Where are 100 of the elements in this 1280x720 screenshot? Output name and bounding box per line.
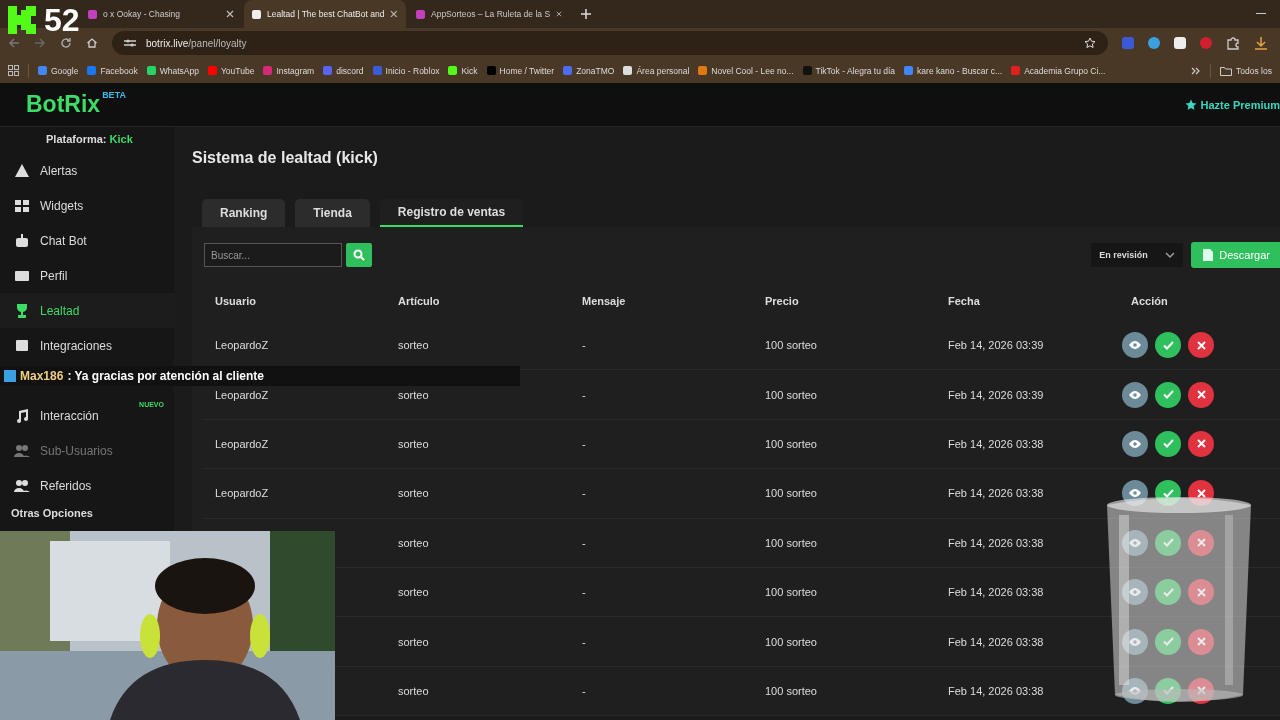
table-cell: 100 sorteo [765, 487, 817, 500]
bookmark-link[interactable]: Kick [461, 65, 478, 76]
apps-grid-icon[interactable] [8, 65, 19, 76]
bookmark-link[interactable]: Google [51, 65, 79, 76]
reject-button[interactable] [1188, 332, 1214, 359]
reload-icon[interactable] [60, 37, 72, 49]
bookmark-link[interactable]: Inicio - Roblox [385, 65, 440, 76]
bookmark-link[interactable]: Facebook [100, 65, 138, 76]
bookmark-link[interactable]: Home / Twitter [499, 65, 555, 76]
approve-button[interactable] [1155, 332, 1181, 359]
table-cell: sorteo [398, 536, 429, 549]
browser-tab[interactable]: Lealtad | The best ChatBot and [244, 0, 406, 28]
site-icon[interactable] [448, 66, 458, 75]
close-icon [1196, 587, 1206, 597]
close-icon [1196, 686, 1206, 696]
download-icon[interactable] [1254, 36, 1268, 50]
approve-button[interactable] [1155, 480, 1181, 507]
status-dropdown[interactable]: En revisión [1091, 243, 1184, 267]
close-icon [1196, 340, 1206, 350]
close-tab-icon[interactable] [226, 10, 234, 18]
site-icon[interactable] [146, 66, 156, 75]
bookmark-link[interactable]: discord [336, 65, 364, 76]
tab[interactable]: Registro de ventas [379, 199, 524, 227]
sidebar-item[interactable]: Referidos [0, 468, 174, 503]
table-cell: - [582, 339, 586, 352]
new-tab-icon[interactable] [580, 8, 592, 20]
bookmark-link[interactable]: Novel Cool - Lee no... [711, 65, 794, 76]
bookmark-link[interactable]: Academia Grupo Ci... [1024, 65, 1106, 76]
bookmark-link[interactable]: WhatsApp [159, 65, 199, 76]
sidebar-item[interactable]: Chat Bot [0, 223, 174, 258]
approve-button[interactable] [1155, 430, 1181, 457]
minimize-icon[interactable] [1256, 13, 1266, 15]
tab[interactable]: Ranking [202, 199, 286, 227]
tab[interactable]: Tienda [295, 199, 370, 227]
view-button[interactable] [1122, 381, 1148, 408]
close-tab-icon[interactable] [390, 10, 398, 18]
table-cell: Feb 14, 2026 03:38 [948, 635, 1044, 648]
page-title: Sistema de lealtad (kick) [192, 149, 379, 167]
reject-button[interactable] [1188, 381, 1214, 408]
bookmark-link[interactable]: ZonaTMO [576, 65, 615, 76]
eye-icon [1129, 390, 1141, 399]
browser-tab[interactable]: o x Ookay - Chasing [80, 0, 242, 28]
home-icon[interactable] [86, 37, 98, 49]
music-note-icon [14, 407, 30, 424]
close-tab-icon[interactable] [556, 10, 562, 18]
bookmark-link[interactable]: Instagram [276, 65, 315, 76]
reject-button[interactable] [1188, 430, 1214, 457]
premium-link[interactable]: Hazte Premium [1184, 98, 1280, 111]
browser-tab[interactable]: AppSorteos – La Ruleta de la S [408, 0, 570, 28]
approve-button[interactable] [1155, 677, 1181, 704]
table-cell: - [582, 635, 586, 648]
eye-icon [1129, 489, 1141, 498]
sidebar-item[interactable]: Integraciones [0, 328, 174, 363]
bookmark-link[interactable]: TikTok - Alegra tu día [815, 65, 896, 76]
address-bar[interactable]: botrix.live/panel/loyalty [112, 31, 1108, 55]
table-cell: Feb 14, 2026 03:39 [948, 339, 1044, 352]
table-cell: - [582, 437, 586, 450]
bookmark-link[interactable]: YouTube [221, 65, 255, 76]
sidebar-item[interactable]: Lealtad [0, 293, 174, 328]
search-field[interactable]: Buscar... [204, 243, 342, 267]
grid-icon [14, 197, 30, 214]
chat-author: Max186 [20, 369, 64, 383]
extension-icon[interactable] [1174, 37, 1186, 49]
table-cell: LeopardoZ [215, 437, 269, 450]
view-button[interactable] [1122, 430, 1148, 457]
back-icon[interactable] [8, 37, 20, 49]
table-cell: Feb 14, 2026 03:38 [948, 437, 1044, 450]
file-icon [1203, 249, 1214, 261]
approve-button[interactable] [1155, 381, 1181, 408]
column-header: Artículo [398, 295, 440, 307]
bookmark-folder[interactable]: Todos los [1236, 65, 1272, 76]
table-cell: - [582, 586, 586, 599]
table-cell: LeopardoZ [215, 487, 269, 500]
site-settings-icon[interactable] [124, 38, 136, 48]
table-cell: 100 sorteo [765, 635, 817, 648]
puzzle-icon[interactable] [1226, 36, 1240, 50]
view-button[interactable] [1122, 332, 1148, 359]
sidebar-item[interactable]: Perfil [0, 258, 174, 293]
bookmark-link[interactable]: kare kano - Buscar c... [917, 65, 1003, 76]
eye-icon [1129, 439, 1141, 448]
view-button[interactable] [1122, 677, 1148, 704]
sidebar-item[interactable]: Alertas [0, 153, 174, 188]
view-button[interactable] [1122, 480, 1148, 507]
folder-icon[interactable] [1220, 65, 1233, 76]
column-header: Acción [1131, 295, 1168, 307]
users-icon [14, 442, 30, 459]
more-bookmarks-icon[interactable] [1191, 66, 1202, 75]
sidebar-item[interactable]: Widgets [0, 188, 174, 223]
logo-text[interactable]: BotRix [26, 91, 101, 118]
site-icon[interactable] [623, 66, 633, 75]
k-logo-icon [6, 4, 38, 36]
extension-icon[interactable] [1148, 37, 1160, 49]
bookmark-link[interactable]: Área personal [636, 65, 690, 76]
close-icon [1196, 538, 1206, 548]
site-icon[interactable] [698, 66, 708, 75]
table-cell: sorteo [398, 388, 429, 401]
reject-button[interactable] [1188, 480, 1214, 507]
check-icon [1162, 538, 1174, 548]
reject-button[interactable] [1188, 677, 1214, 704]
bookmark-star-icon[interactable] [1084, 37, 1096, 49]
